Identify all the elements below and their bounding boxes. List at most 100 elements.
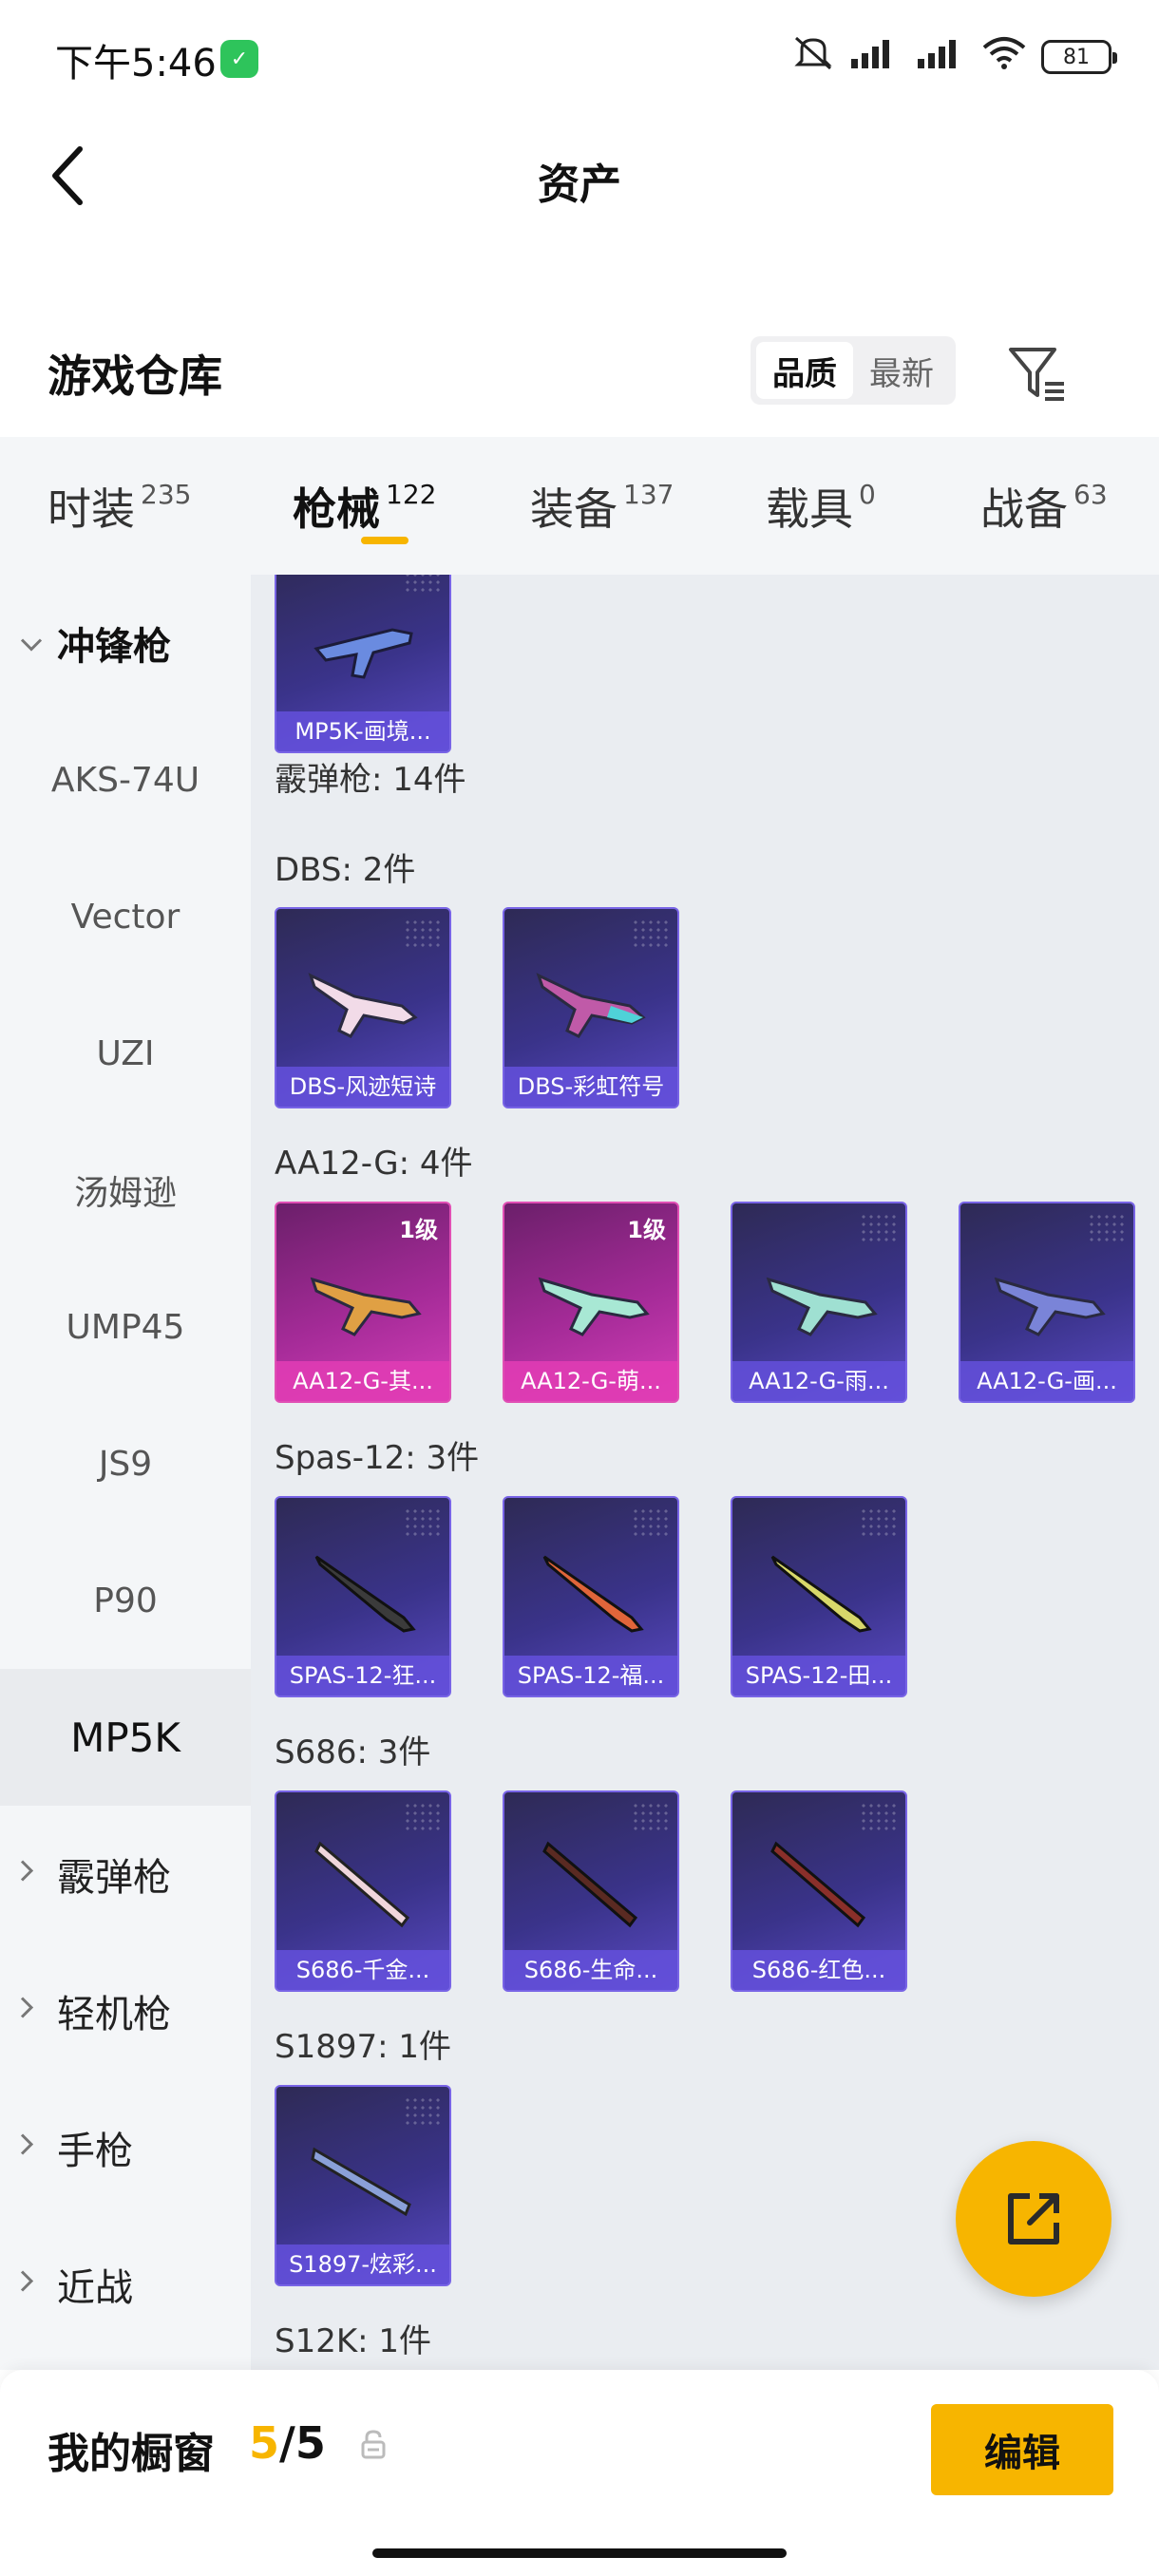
sidebar-item-p90[interactable]: P90 <box>0 1532 251 1669</box>
item-name: S686-千金... <box>276 1950 449 1990</box>
tab-equipment[interactable]: 装备 137 <box>530 437 674 575</box>
home-indicator[interactable] <box>372 2548 787 2558</box>
smg-icon <box>314 628 413 679</box>
page-title: 资产 <box>538 161 621 209</box>
chevron-down-icon <box>19 628 44 659</box>
sidebar-item-label: 霰弹枪 <box>57 1856 171 1900</box>
tab-label: 载具 <box>766 483 853 535</box>
tab-count: 235 <box>141 479 192 510</box>
shotgun-icon <box>308 973 418 1038</box>
tab-count: 0 <box>859 479 876 510</box>
card-decoration <box>404 1802 442 1830</box>
tab-guns[interactable]: 枪械 122 <box>293 437 436 575</box>
edit-button[interactable]: 编辑 <box>931 2404 1113 2495</box>
tab-label: 装备 <box>530 483 618 535</box>
filter-button[interactable] <box>1005 340 1072 407</box>
sidebar-item-shotgun[interactable]: 霰弹枪 <box>0 1806 251 1942</box>
section-title: S686: 3件 <box>275 1733 431 1771</box>
active-tab-indicator <box>361 537 408 544</box>
card-decoration <box>404 919 442 947</box>
shotgun-icon <box>994 1277 1106 1336</box>
item-name: DBS-风迹短诗 <box>276 1067 449 1107</box>
wechat-icon: ✓ <box>220 40 258 78</box>
sort-newest-button[interactable]: 最新 <box>853 342 950 399</box>
shotgun-icon <box>542 1841 638 1928</box>
sidebar-item-smg[interactable]: 冲锋枪 <box>0 575 251 711</box>
tab-label: 枪械 <box>293 483 380 535</box>
item-name: SPAS-12-狂... <box>276 1656 449 1695</box>
sidebar-item-uzi[interactable]: UZI <box>0 985 251 1122</box>
item-name: AA12-G-萌... <box>504 1361 677 1401</box>
item-name: S686-生命... <box>504 1950 677 1990</box>
item-name: AA12-G-其... <box>276 1361 449 1401</box>
section-title: Spas-12: 3件 <box>275 1439 480 1477</box>
item-level: 1级 <box>399 1217 438 1243</box>
status-icons: 81 <box>792 34 1117 80</box>
share-fab-button[interactable] <box>956 2141 1112 2297</box>
sidebar-item-mp5k[interactable]: MP5K <box>0 1669 251 1806</box>
chevron-right-icon <box>19 2132 34 2164</box>
sidebar-item-js9[interactable]: JS9 <box>0 1395 251 1532</box>
tab-label: 战备 <box>980 483 1068 535</box>
mute-icon <box>792 34 834 80</box>
card-decoration <box>860 1507 898 1536</box>
item-name: S1897-炫彩... <box>276 2245 449 2284</box>
item-card[interactable]: 1级 AA12-G-萌... <box>503 1202 679 1403</box>
sidebar-item-thompson[interactable]: 汤姆逊 <box>0 1122 251 1259</box>
sidebar-item-label: 轻机枪 <box>57 1993 171 2036</box>
item-card[interactable]: 1级 AA12-G-其... <box>275 1202 451 1403</box>
sort-quality-button[interactable]: 品质 <box>756 342 853 399</box>
sort-toggle: 品质 最新 <box>750 336 956 405</box>
signal-icon-1 <box>847 34 901 80</box>
app-header: 资产 <box>0 114 1159 237</box>
shotgun-icon <box>770 1555 872 1633</box>
tab-label: 时装 <box>48 483 135 535</box>
sidebar-item-label: 手枪 <box>57 2130 133 2173</box>
showcase-current: 5 <box>249 2417 280 2469</box>
card-decoration <box>404 2096 442 2125</box>
item-card[interactable]: S686-千金... <box>275 1790 451 1992</box>
section-title: S1897: 1件 <box>275 2028 452 2066</box>
card-decoration <box>404 575 442 592</box>
status-bar: 下午5:46 ✓ 81 <box>0 0 1159 114</box>
shotgun-icon <box>766 1277 878 1336</box>
shotgun-icon <box>314 1555 416 1633</box>
tab-vehicles[interactable]: 载具 0 <box>766 437 876 575</box>
card-decoration <box>632 919 670 947</box>
shotgun-icon <box>770 1841 866 1928</box>
item-card[interactable]: AA12-G-画... <box>959 1202 1135 1403</box>
card-decoration <box>860 1802 898 1830</box>
item-card[interactable]: DBS-风迹短诗 <box>275 907 451 1108</box>
sidebar-item-pistol[interactable]: 手枪 <box>0 2079 251 2216</box>
item-card[interactable]: SPAS-12-福... <box>503 1496 679 1697</box>
warehouse-header: 游戏仓库 品质 最新 <box>0 313 1159 437</box>
item-card[interactable]: S1897-炫彩... <box>275 2085 451 2286</box>
item-card[interactable]: SPAS-12-田... <box>731 1496 907 1697</box>
tab-fashion[interactable]: 时装 235 <box>48 437 191 575</box>
tab-count: 137 <box>623 479 674 510</box>
item-card[interactable]: SPAS-12-狂... <box>275 1496 451 1697</box>
item-card[interactable]: S686-红色... <box>731 1790 907 1992</box>
lock-icon <box>361 2430 386 2459</box>
showcase-count: 5/5 <box>249 2417 326 2469</box>
card-decoration <box>632 1507 670 1536</box>
item-name: DBS-彩虹符号 <box>504 1067 677 1107</box>
item-card[interactable]: S686-生命... <box>503 1790 679 1992</box>
item-card[interactable]: AA12-G-雨... <box>731 1202 907 1403</box>
sidebar-item-melee[interactable]: 近战 <box>0 2216 251 2353</box>
item-card[interactable]: DBS-彩虹符号 <box>503 907 679 1108</box>
item-level: 1级 <box>627 1217 666 1243</box>
sidebar-item-aks74u[interactable]: AKS-74U <box>0 711 251 848</box>
sidebar-item-label: 近战 <box>57 2266 133 2310</box>
filter-icon <box>1009 348 1064 401</box>
sidebar-item-ump45[interactable]: UMP45 <box>0 1259 251 1395</box>
section-title: AA12-G: 4件 <box>275 1145 473 1183</box>
shotgun-icon <box>310 1277 422 1336</box>
sidebar-item-vector[interactable]: Vector <box>0 848 251 985</box>
item-card[interactable]: MP5K-画境... <box>275 575 451 753</box>
tab-supplies[interactable]: 战备 63 <box>980 437 1108 575</box>
item-name: SPAS-12-福... <box>504 1656 677 1695</box>
sidebar-item-lmg[interactable]: 轻机枪 <box>0 1942 251 2079</box>
showcase-total: /5 <box>279 2417 326 2469</box>
warehouse-title: 游戏仓库 <box>48 350 222 402</box>
